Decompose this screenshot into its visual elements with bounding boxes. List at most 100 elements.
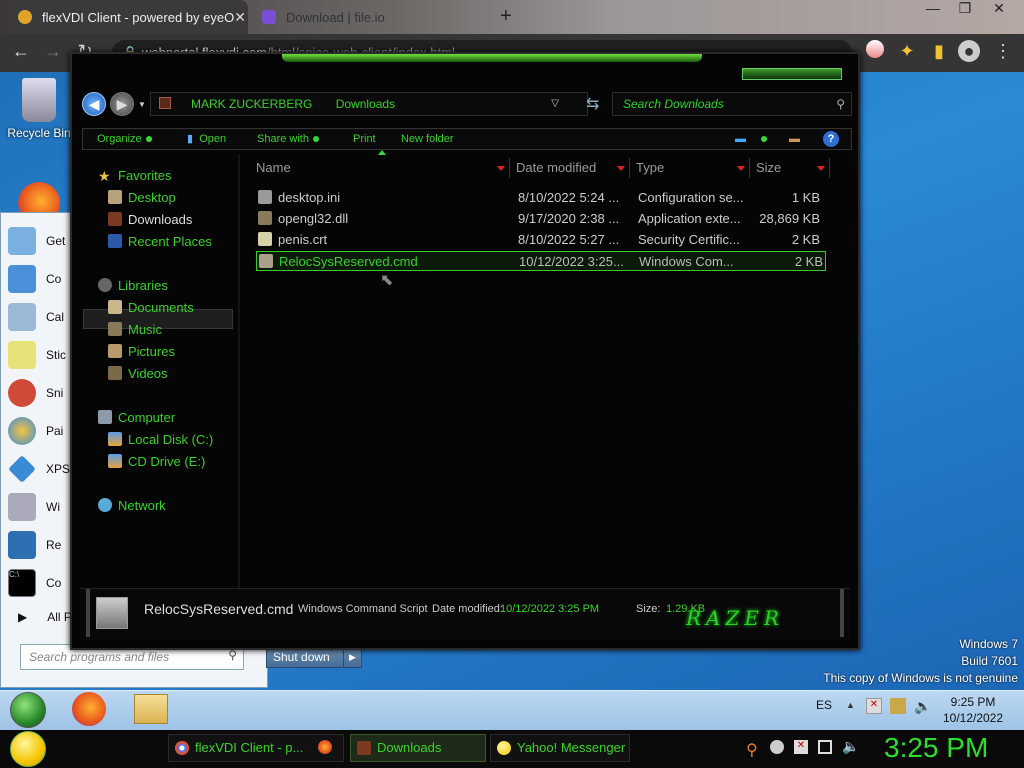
close-tab-icon[interactable]: ✕ (234, 9, 246, 26)
breadcrumb[interactable]: MARK ZUCKERBERG Downloads ▽ (150, 92, 588, 116)
nav-network[interactable]: Network (98, 495, 166, 515)
pane-splitter[interactable] (238, 154, 240, 588)
explorer-taskbar-icon[interactable] (134, 694, 168, 724)
nav-favorites[interactable]: ★ Favorites (98, 165, 171, 185)
host-clock[interactable]: 3:25 PM (884, 734, 988, 762)
organize-menu[interactable]: Organize (97, 129, 152, 149)
nav-local-disk[interactable]: Local Disk (C:) (108, 429, 213, 449)
column-dropdown-icon[interactable] (617, 166, 625, 171)
minimize-icon[interactable]: — (920, 0, 946, 20)
nav-downloads[interactable]: Downloads (108, 209, 192, 229)
firefox-taskbar-icon[interactable] (72, 692, 106, 726)
navigation-pane: ★ Favorites Desktop Downloads Recent Plac… (80, 154, 238, 588)
close-window-icon[interactable]: ✕ (986, 0, 1012, 20)
volume-tray-icon[interactable]: 🔈 (842, 738, 859, 755)
explorer-forward-button[interactable]: ▶ (110, 92, 134, 116)
nav-libraries[interactable]: Libraries (98, 275, 168, 295)
nav-computer[interactable]: Computer (98, 407, 175, 427)
nav-videos[interactable]: Videos (108, 363, 168, 383)
monitor-tray-icon[interactable] (818, 740, 832, 754)
column-dropdown-icon[interactable] (817, 166, 825, 171)
language-indicator[interactable]: ES (816, 698, 832, 712)
recycle-bin-shortcut[interactable]: Recycle Bin (4, 78, 74, 140)
view-options-icon[interactable]: ▬ (735, 129, 746, 149)
column-size[interactable]: Size (752, 158, 830, 178)
file-row[interactable]: penis.crt 8/10/2022 5:27 ... Security Ce… (252, 230, 826, 250)
recycle-bin-icon (22, 78, 56, 122)
computer-icon (98, 410, 112, 424)
razer-logo: RAZER (686, 606, 785, 630)
print-button[interactable]: Print (353, 129, 376, 149)
back-arrow-icon[interactable]: ← (10, 40, 32, 62)
breadcrumb-dropdown-icon[interactable]: ▽ (551, 93, 559, 115)
start-item-paint[interactable]: Pai (8, 414, 72, 448)
file-row[interactable]: desktop.ini 8/10/2022 5:24 ... Configura… (252, 188, 826, 208)
breadcrumb-user[interactable]: MARK ZUCKERBERG (191, 97, 312, 111)
tab-fileio[interactable]: Download | file.io (252, 0, 492, 34)
window-caption-buttons[interactable] (742, 68, 842, 80)
profile-avatar-icon[interactable]: ● (958, 40, 980, 62)
folder-user-icon (159, 97, 171, 109)
refresh-icon[interactable]: ⇆ (586, 94, 599, 114)
start-orb-button[interactable] (10, 692, 46, 728)
show-hidden-icons-icon[interactable]: ▲ (846, 700, 855, 710)
nav-recent-places[interactable]: Recent Places (108, 231, 212, 251)
start-item-command-prompt[interactable]: C:\ Co (8, 566, 72, 600)
network-tray-icon[interactable] (890, 698, 906, 714)
taskbar-firefox-button[interactable] (310, 734, 346, 762)
nav-pictures[interactable]: Pictures (108, 341, 175, 361)
shutdown-options-arrow-icon[interactable]: ▶ (343, 647, 361, 667)
flag-extension-icon[interactable] (866, 40, 884, 58)
maximize-icon[interactable]: ❐ (952, 0, 978, 20)
file-row[interactable]: opengl32.dll 9/17/2020 2:38 ... Applicat… (252, 209, 826, 229)
recent-pages-dropdown-icon[interactable]: ▼ (138, 100, 146, 109)
start-item-snipping-tool[interactable]: Sni (8, 376, 72, 410)
action-center-icon[interactable]: ✕ (866, 698, 882, 714)
start-item-connect[interactable]: Co (8, 262, 72, 296)
minus-tray-icon[interactable] (770, 740, 784, 754)
inner-clock[interactable]: 9:25 PM 10/12/2022 (938, 694, 1008, 726)
preview-pane-icon[interactable]: ▬ (789, 129, 800, 149)
start-item-xps-viewer[interactable]: XPS (8, 452, 72, 486)
help-icon[interactable]: ? (823, 131, 839, 147)
start-item-sticky-notes[interactable]: Stic (8, 338, 72, 372)
column-dropdown-icon[interactable] (737, 166, 745, 171)
flag-tray-icon[interactable]: ✕ (794, 740, 808, 754)
breadcrumb-downloads[interactable]: Downloads (336, 97, 395, 111)
start-item-windows-fax[interactable]: Wi (8, 490, 72, 524)
view-dropdown-icon[interactable] (757, 129, 767, 149)
all-programs-item[interactable]: ▶ All P (18, 610, 72, 624)
explorer-search-input[interactable]: Search Downloads ⚲ (612, 92, 852, 116)
taskbar-button-downloads[interactable]: Downloads (350, 734, 486, 762)
menu-kebab-icon[interactable]: ⋮ (992, 40, 1014, 62)
nav-desktop[interactable]: Desktop (108, 187, 176, 207)
smiley-start-button[interactable] (10, 731, 46, 767)
nav-documents[interactable]: Documents (108, 297, 194, 317)
inner-clock-date: 10/12/2022 (942, 711, 1004, 725)
star-icon: ★ (98, 168, 111, 184)
column-name[interactable]: Name (252, 158, 510, 178)
nav-cd-drive[interactable]: CD Drive (E:) (108, 451, 205, 471)
tab-flexvdi[interactable]: flexVDI Client - powered by eyeO ✕ (8, 0, 248, 34)
share-with-menu[interactable]: Share with (257, 129, 319, 149)
nav-music[interactable]: Music (108, 319, 162, 339)
start-item-remote-desktop[interactable]: Re (8, 528, 72, 562)
volume-icon[interactable]: 🔈 (914, 698, 931, 715)
start-item-getting-started[interactable]: Get (8, 224, 72, 258)
start-item-label: Stic (46, 348, 67, 362)
extensions-puzzle-icon[interactable]: ✦ (896, 40, 918, 62)
new-folder-button[interactable]: New folder (401, 129, 454, 149)
column-dropdown-icon[interactable] (497, 166, 505, 171)
forward-arrow-icon[interactable]: → (42, 40, 64, 62)
new-tab-button[interactable]: + (500, 5, 512, 28)
taskbar-button-yahoo[interactable]: Yahoo! Messenger (490, 734, 630, 762)
search-tray-icon[interactable]: ⚲ (746, 740, 758, 760)
explorer-back-button[interactable]: ◀ (82, 92, 106, 116)
column-date-modified[interactable]: Date modified (512, 158, 630, 178)
file-row-selected[interactable]: RelocSysReserved.cmd 10/12/2022 3:25... … (256, 251, 826, 271)
xps-viewer-icon (8, 455, 36, 483)
sidepanel-icon[interactable]: ▮ (928, 40, 950, 62)
start-item-calculator[interactable]: Cal (8, 300, 72, 334)
column-type[interactable]: Type (632, 158, 750, 178)
open-button[interactable]: ▮ Open (187, 129, 226, 149)
